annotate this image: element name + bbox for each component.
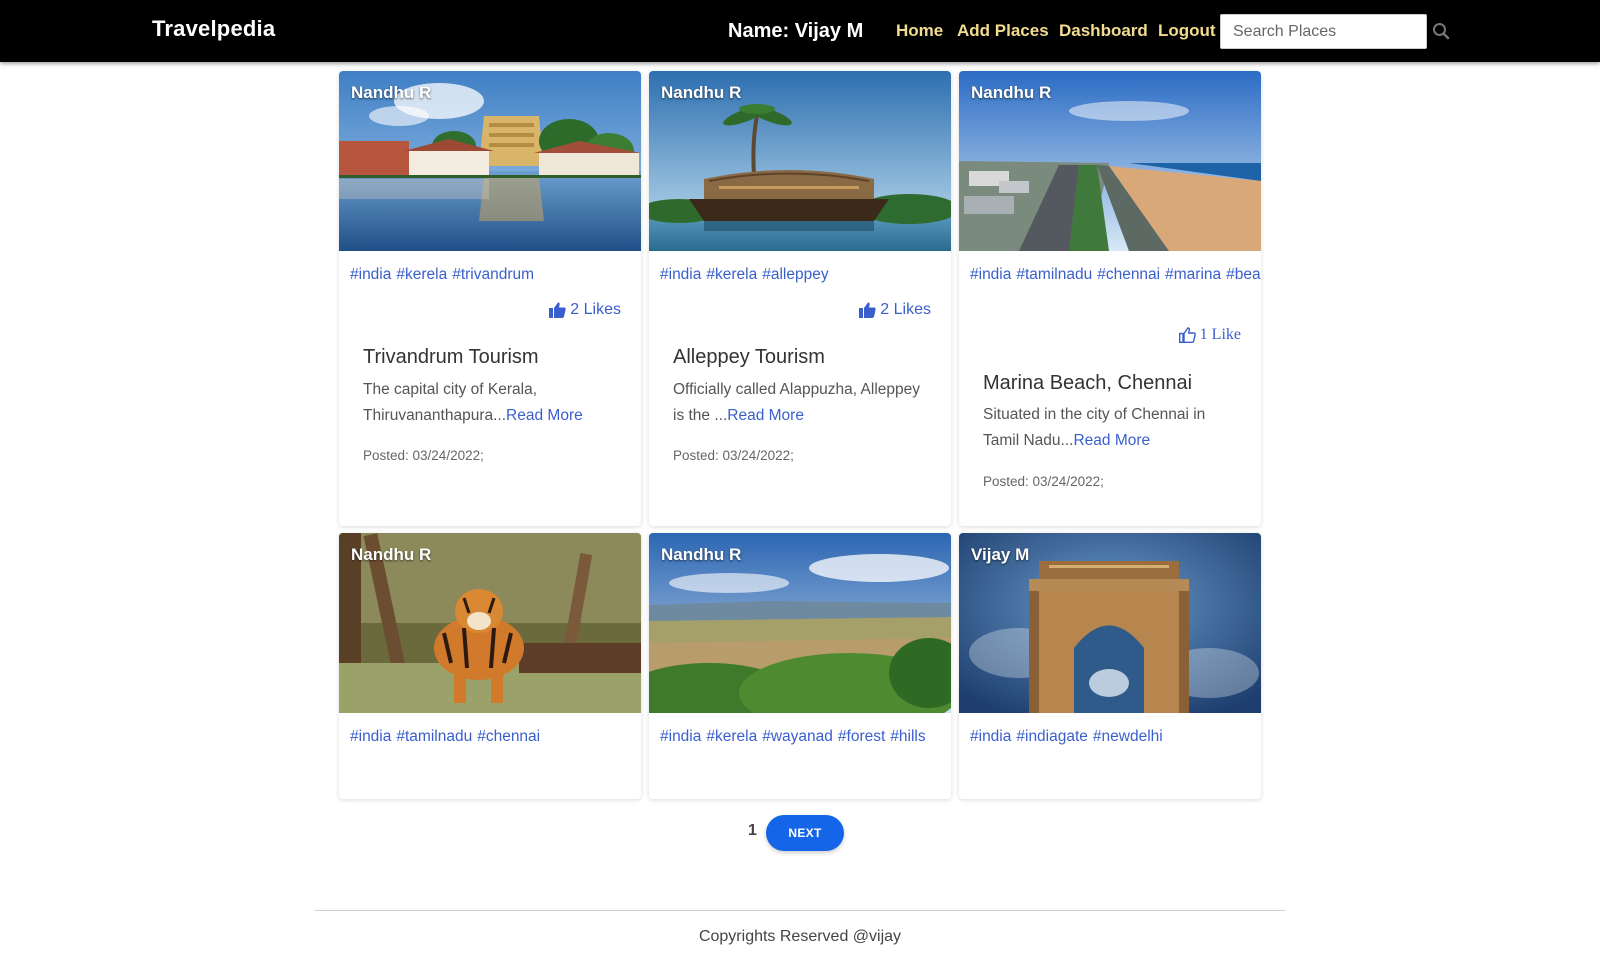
posted-date: Posted: 03/24/2022;	[983, 474, 1104, 489]
nav-logout-link[interactable]: Logout	[1158, 21, 1216, 41]
tag-link[interactable]: #kerela	[396, 266, 447, 283]
thumbs-up-icon	[549, 302, 567, 318]
read-more-link[interactable]: Read More	[506, 407, 583, 424]
tag-link[interactable]: #beach	[1226, 266, 1261, 283]
copyright-text: Copyrights Reserved @vijay	[698, 928, 902, 945]
tag-link[interactable]: #kerela	[706, 266, 757, 283]
tag-link[interactable]: #hills	[890, 728, 925, 745]
read-more-link[interactable]: Read More	[727, 407, 804, 424]
tag-link[interactable]: #trivandrum	[452, 266, 534, 283]
nav-dashboard-link[interactable]: Dashboard	[1059, 21, 1148, 41]
tag-link[interactable]: #chennai	[1097, 266, 1160, 283]
search-input[interactable]	[1220, 14, 1427, 49]
tag-link[interactable]: #marina	[1165, 266, 1221, 283]
place-description: Situated in the city of Chennai in Tamil…	[983, 406, 1206, 449]
tag-link[interactable]: #tamilnadu	[1016, 266, 1092, 283]
tag-list: #india #kerela #trivandrum	[350, 262, 632, 288]
tag-link[interactable]: #alleppey	[762, 266, 828, 283]
author-name: Nandhu R	[351, 83, 432, 102]
tag-link[interactable]: #wayanad	[762, 728, 833, 745]
search-icon[interactable]	[1432, 22, 1450, 40]
likes-count: 2 Likes	[880, 301, 931, 318]
current-page-number: 1	[748, 822, 757, 839]
posted-date: Posted: 03/24/2022;	[673, 448, 794, 463]
likes-count: 2 Likes	[570, 301, 621, 318]
posted-date: Posted: 03/24/2022;	[363, 448, 484, 463]
place-title: Alleppey Tourism	[673, 346, 825, 368]
author-name: Nandhu R	[351, 545, 432, 564]
top-navbar: Travelpedia Name: Vijay M Home Add Place…	[0, 0, 1600, 62]
user-name-label: Name: Vijay M	[728, 20, 864, 42]
like-button[interactable]: 2 Likes	[549, 301, 621, 319]
tag-link[interactable]: #newdelhi	[1093, 728, 1163, 745]
author-name: Nandhu R	[661, 83, 742, 102]
place-card: Nandhu R #india #tamilnadu #chennai #marina…	[959, 71, 1261, 526]
next-page-button[interactable]: NEXT	[766, 815, 844, 851]
tag-link[interactable]: #india	[350, 266, 391, 283]
place-description: The capital city of Kerala, Thiruvananth…	[363, 381, 583, 424]
author-name: Nandhu R	[971, 83, 1052, 102]
tag-link[interactable]: #forest	[838, 728, 885, 745]
tag-list: #india #kerela #alleppey	[660, 262, 942, 288]
brand-logo[interactable]: Travelpedia	[152, 16, 275, 42]
tag-list: #india #tamilnadu #chennai #marina #beach	[970, 262, 1261, 288]
place-title: Trivandrum Tourism	[363, 346, 539, 368]
author-name: Nandhu R	[661, 545, 742, 564]
tag-link[interactable]: #india	[970, 266, 1011, 283]
thumbs-up-icon	[859, 302, 877, 318]
place-card: Nandhu R #india #kerela #trivandrum 2 Like…	[339, 71, 641, 526]
nav-add-places-link[interactable]: Add Places	[957, 21, 1049, 41]
tag-list: #india #kerela #wayanad #forest #hills	[660, 724, 942, 750]
place-card: Nandhu R #india #kerela #wayanad #forest #hi…	[649, 533, 951, 799]
like-button[interactable]: 2 Likes	[859, 301, 931, 319]
tag-link[interactable]: #india	[660, 266, 701, 283]
author-name: Vijay M	[971, 545, 1030, 564]
tag-list: #india #tamilnadu #chennai	[350, 724, 632, 750]
tag-link[interactable]: #india	[970, 728, 1011, 745]
like-button[interactable]: 1 Like	[1178, 326, 1241, 344]
place-description: Officially called Alappuzha, Alleppey is…	[673, 381, 921, 424]
tag-link[interactable]: #india	[350, 728, 391, 745]
footer-divider	[315, 910, 1285, 911]
tag-link[interactable]: #chennai	[477, 728, 540, 745]
tag-link[interactable]: #india	[660, 728, 701, 745]
tag-link[interactable]: #kerela	[706, 728, 757, 745]
place-card: Nandhu R #india #kerela #alleppey 2 Likes …	[649, 71, 951, 526]
place-card: Nandhu R #india #tamilnadu #chennai	[339, 533, 641, 799]
tag-link[interactable]: #tamilnadu	[396, 728, 472, 745]
thumbs-up-outline-icon	[1178, 327, 1196, 343]
place-title: Marina Beach, Chennai	[983, 372, 1193, 394]
tag-link[interactable]: #indiagate	[1016, 728, 1088, 745]
likes-count: 1 Like	[1199, 326, 1241, 343]
nav-home-link[interactable]: Home	[896, 21, 943, 41]
tag-list: #india #indiagate #newdelhi	[970, 724, 1252, 750]
place-card: Vijay M #india #indiagate #newdelhi	[959, 533, 1261, 799]
read-more-link[interactable]: Read More	[1073, 432, 1150, 449]
